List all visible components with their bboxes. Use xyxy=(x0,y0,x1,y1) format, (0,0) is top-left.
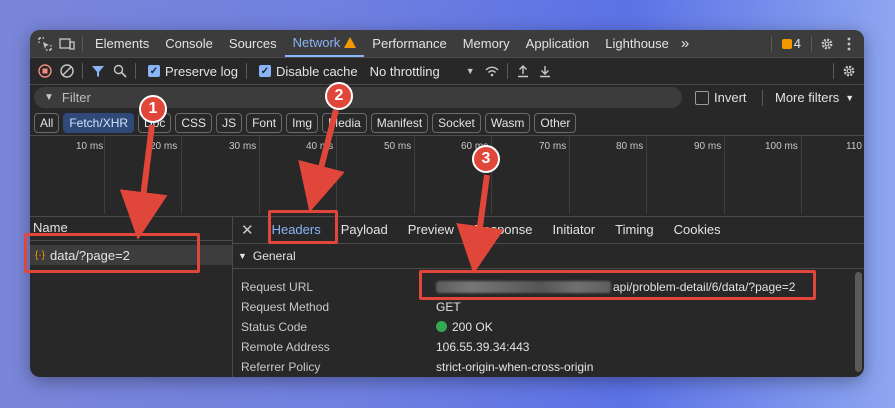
annotation-badge-2: 2 xyxy=(325,82,353,110)
annotation-badge-1: 1 xyxy=(139,95,167,123)
annotation-badge-3: 3 xyxy=(472,145,500,173)
arrow-1 xyxy=(119,124,168,240)
arrow-2 xyxy=(298,109,345,213)
annotation-arrows xyxy=(119,109,504,274)
arrow-3 xyxy=(456,174,504,274)
